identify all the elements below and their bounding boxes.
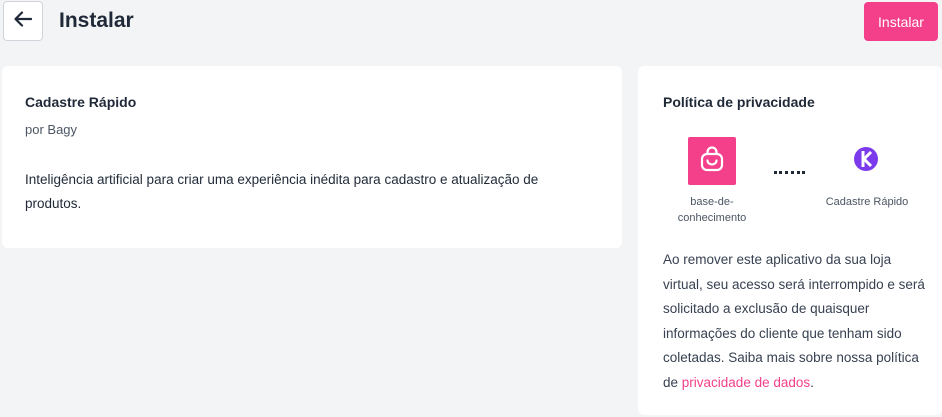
store-app-icon — [688, 137, 736, 185]
install-page: Instalar Instalar Cadastre Rápido por Ba… — [0, 0, 942, 417]
privacy-title: Política de privacidade — [663, 94, 815, 110]
partner-app-icon — [852, 145, 880, 178]
cadastre-rapido-logo-icon — [852, 145, 880, 178]
privacy-policy-link[interactable]: privacidade de dados — [682, 375, 810, 390]
privacy-text-body: Ao remover este aplicativo da sua loja v… — [663, 252, 925, 390]
app-description: Inteligência artificial para criar uma e… — [25, 172, 539, 211]
page-title: Instalar — [59, 9, 134, 32]
store-app-label: base-de-conhecimento — [677, 196, 747, 224]
partner-app-label: Cadastre Rápido — [825, 196, 909, 208]
connection-dots — [774, 171, 805, 174]
app-name: Cadastre Rápido — [25, 94, 137, 110]
install-button[interactable]: Instalar — [864, 2, 938, 41]
privacy-policy-card: Política de privacidade base-de-conhecim… — [638, 66, 942, 415]
arrow-left-icon — [14, 10, 33, 32]
privacy-text-end: . — [810, 374, 814, 390]
privacy-description: Ao remover este aplicativo da sua loja v… — [663, 248, 925, 395]
app-details-card: Cadastre Rápido por Bagy Inteligência ar… — [2, 66, 622, 248]
back-button[interactable] — [3, 1, 43, 41]
app-author: por Bagy — [25, 122, 78, 137]
shopping-bag-icon — [699, 145, 725, 177]
